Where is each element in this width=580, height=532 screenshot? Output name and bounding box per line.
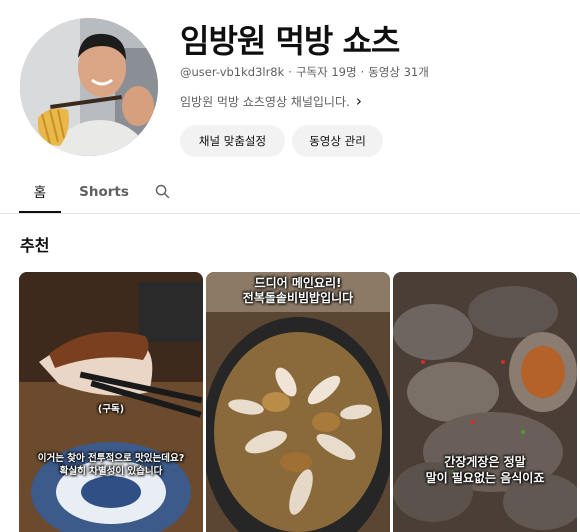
shorts-caption-top: (구독) (97, 404, 125, 415)
video-count: 동영상 31개 (368, 65, 429, 79)
customize-channel-button[interactable]: 채널 맞춤설정 (180, 125, 285, 157)
shorts-caption-line2: 말이 필요없는 음식이죠 (425, 471, 545, 485)
chevron-right-icon: › (355, 92, 362, 110)
meta-separator: · (288, 65, 292, 79)
channel-avatar[interactable] (20, 18, 158, 156)
search-icon[interactable] (150, 170, 174, 213)
channel-tabs: 홈 Shorts (0, 170, 580, 214)
avatar-photo (20, 18, 158, 156)
channel-title: 임방원 먹방 쇼츠 (180, 22, 400, 60)
shorts-caption-line2: 전복돌솥비빔밥입니다 (242, 291, 354, 305)
shorts-thumbnail (393, 272, 577, 532)
shorts-caption-line1: 간장게장은 정말 (444, 455, 526, 469)
channel-description[interactable]: 임방원 먹방 쇼츠영상 채널입니다. › (180, 92, 362, 110)
subscriber-count: 구독자 19명 (295, 65, 357, 79)
channel-handle: @user-vb1kd3lr8k (180, 65, 285, 79)
tab-shorts[interactable]: Shorts (78, 170, 130, 213)
shorts-card[interactable]: 드디어 메인요리! 전복돌솥비빔밥입니다 (206, 272, 390, 532)
shorts-caption-line1: 이거는 찾아 전투적으로 맛있는데요? (37, 453, 185, 464)
channel-description-text: 임방원 먹방 쇼츠영상 채널입니다. (180, 94, 350, 109)
shorts-thumbnail (19, 272, 203, 532)
manage-videos-button[interactable]: 동영상 관리 (292, 125, 383, 157)
shorts-card[interactable]: 간장게장은 정말 말이 필요없는 음식이죠 (393, 272, 577, 532)
section-title-recommended: 추천 (20, 236, 50, 255)
shorts-caption-line2: 확실히 차별성이 있습니다 (59, 466, 163, 477)
shorts-caption-line1: 드디어 메인요리! (254, 276, 342, 290)
tab-home[interactable]: 홈 (19, 170, 61, 213)
channel-meta: @user-vb1kd3lr8k · 구독자 19명 · 동영상 31개 (180, 64, 429, 80)
shorts-thumbnail (206, 272, 390, 532)
meta-separator: · (360, 65, 365, 79)
shorts-card[interactable]: (구독) 이거는 찾아 전투적으로 맛있는데요? 확실히 차별성이 있습니다 (19, 272, 203, 532)
